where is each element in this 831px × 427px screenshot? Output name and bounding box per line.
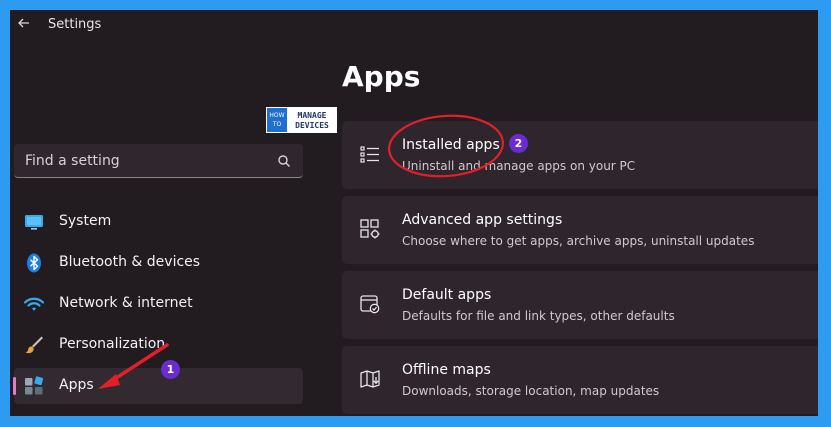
sidebar-item-label: Personalization: [59, 336, 166, 352]
list-icon: [360, 146, 379, 163]
monitor-icon: [25, 215, 43, 230]
page-title: Apps: [342, 60, 421, 93]
search-placeholder: Find a setting: [25, 153, 120, 169]
logo-line1: HOW: [269, 112, 284, 119]
sidebar-item-label: Bluetooth & devices: [59, 254, 201, 270]
arrow-left-icon: [18, 18, 29, 28]
sidebar-item-personalization[interactable]: Personalization: [14, 327, 303, 363]
apps-icon: [25, 376, 44, 395]
sidebar-item-label: Network & internet: [59, 295, 193, 311]
card-description: Downloads, storage location, map updates: [402, 384, 660, 398]
wifi-icon: [24, 297, 44, 311]
logo-word2: DEVICES: [295, 121, 329, 130]
step-badge-1: 1: [161, 360, 180, 379]
search-input[interactable]: Find a setting: [14, 144, 303, 178]
sidebar-item-label: Apps: [59, 377, 94, 393]
search-icon: [278, 155, 290, 167]
title-bar: Settings: [10, 10, 818, 40]
logo-line2: TO: [272, 121, 282, 128]
how-to-manage-devices-logo: HOW TO MANAGE DEVICES: [266, 107, 337, 133]
bluetooth-icon: [27, 253, 41, 273]
selected-indicator: [13, 377, 16, 395]
card-description: Uninstall and manage apps on your PC: [402, 159, 636, 173]
sidebar-item-network[interactable]: Network & internet: [14, 286, 303, 322]
card-installed-apps[interactable]: Installed apps Uninstall and manage apps…: [342, 121, 818, 189]
card-offline-maps[interactable]: Offline maps Downloads, storage location…: [342, 346, 818, 414]
card-title: Offline maps: [402, 362, 491, 378]
default-apps-icon: [360, 295, 380, 314]
card-advanced-app-settings[interactable]: Advanced app settings Choose where to ge…: [342, 196, 818, 264]
app-settings-icon: [360, 219, 380, 239]
logo-word1: MANAGE: [298, 111, 327, 120]
card-title: Advanced app settings: [402, 212, 563, 228]
map-icon: [360, 370, 380, 388]
sidebar-item-system[interactable]: System: [14, 204, 303, 240]
brush-icon: [25, 336, 43, 354]
sidebar-item-label: System: [59, 213, 112, 229]
sidebar-item-bluetooth[interactable]: Bluetooth & devices: [14, 245, 303, 281]
app-title: Settings: [48, 17, 102, 32]
card-title: Installed apps: [402, 137, 500, 153]
step-badge-2: 2: [509, 134, 528, 153]
settings-window: Settings Apps HOW TO MANAGE DEVICES Find…: [10, 10, 818, 416]
card-title: Default apps: [402, 287, 492, 303]
sidebar-item-apps[interactable]: Apps: [13, 368, 303, 404]
card-description: Choose where to get apps, archive apps, …: [402, 234, 755, 248]
card-default-apps[interactable]: Default apps Defaults for file and link …: [342, 271, 818, 339]
card-description: Defaults for file and link types, other …: [402, 309, 675, 323]
back-button[interactable]: [14, 14, 34, 32]
